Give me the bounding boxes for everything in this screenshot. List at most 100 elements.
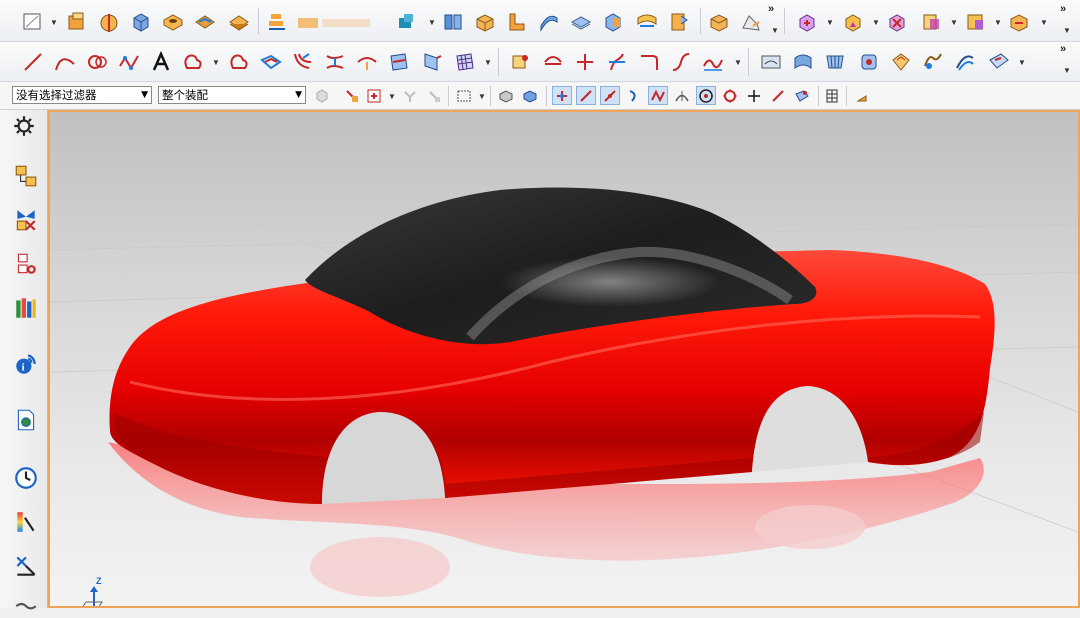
- reuse-library-icon[interactable]: [12, 294, 40, 322]
- offset-face-icon[interactable]: [536, 9, 562, 35]
- ruled-surface-icon[interactable]: [920, 49, 946, 75]
- chevron-down-icon[interactable]: ▼: [734, 59, 742, 67]
- sketch-icon[interactable]: [20, 9, 46, 35]
- chamfer-icon[interactable]: [226, 9, 252, 35]
- pattern-icon[interactable]: [264, 9, 290, 35]
- shell-icon[interactable]: [504, 9, 530, 35]
- chevron-down-icon[interactable]: ▼: [484, 59, 492, 67]
- constraint-navigator-icon[interactable]: [12, 206, 40, 234]
- graphics-window[interactable]: Z: [48, 110, 1080, 608]
- roles-icon[interactable]: [12, 590, 40, 618]
- book-icon[interactable]: [440, 9, 466, 35]
- selection-priority-icon[interactable]: [312, 86, 332, 105]
- draft-icon[interactable]: [634, 9, 660, 35]
- through-curves-icon[interactable]: [856, 49, 882, 75]
- chevron-down-icon[interactable]: ▼: [994, 19, 1002, 27]
- system-materials-icon[interactable]: [12, 508, 40, 536]
- extrude-block-icon[interactable]: [64, 9, 90, 35]
- boolean-subtract-icon[interactable]: [738, 9, 764, 35]
- divide-curve-icon[interactable]: [636, 49, 662, 75]
- info-icon[interactable]: i: [12, 350, 40, 378]
- gear-icon[interactable]: [10, 112, 38, 140]
- law-curve-icon[interactable]: [226, 49, 252, 75]
- chevron-down-icon[interactable]: ▼: [388, 93, 396, 101]
- swept-icon[interactable]: [822, 49, 848, 75]
- extract-curve-icon[interactable]: [386, 49, 412, 75]
- chevron-down-icon[interactable]: ▼: [50, 19, 58, 27]
- edge-blend-icon[interactable]: [192, 9, 218, 35]
- hole-icon[interactable]: [160, 9, 186, 35]
- studio-surface-icon[interactable]: [790, 49, 816, 75]
- more-icon[interactable]: »: [1060, 4, 1066, 15]
- snap-disabled-icon[interactable]: [424, 86, 444, 105]
- n-sided-surface-icon[interactable]: [888, 49, 914, 75]
- chevron-down-icon[interactable]: ▼: [478, 93, 486, 101]
- mirror-icon[interactable]: [600, 9, 626, 35]
- offset-curve-icon[interactable]: [258, 49, 284, 75]
- snap-face-icon[interactable]: [792, 86, 812, 105]
- global-shaping-icon[interactable]: [986, 49, 1012, 75]
- line-icon[interactable]: [20, 49, 46, 75]
- snap-midpoint-icon[interactable]: [576, 86, 596, 105]
- snap-tangent-icon[interactable]: [768, 86, 788, 105]
- intersection-curve-icon[interactable]: [354, 49, 380, 75]
- snap-center-icon[interactable]: [696, 86, 716, 105]
- revolve-icon[interactable]: [96, 9, 122, 35]
- chevron-down-icon[interactable]: ▼: [771, 27, 779, 35]
- helix-icon[interactable]: [180, 49, 206, 75]
- chevron-down-icon[interactable]: ▼: [1063, 67, 1071, 75]
- circle-icon[interactable]: [84, 49, 110, 75]
- plane-icon[interactable]: [540, 49, 566, 75]
- wcs-icon[interactable]: [852, 86, 872, 105]
- arc-icon[interactable]: [52, 49, 78, 75]
- snap-point-icon[interactable]: [342, 86, 362, 105]
- trim-curve-icon[interactable]: [604, 49, 630, 75]
- mesh-icon[interactable]: [452, 49, 478, 75]
- part-navigator-icon[interactable]: [12, 250, 40, 278]
- chevron-down-icon[interactable]: ▼: [1063, 27, 1071, 35]
- point-icon[interactable]: [508, 49, 534, 75]
- snap-curve-icon[interactable]: [624, 86, 644, 105]
- exploded-view-icon[interactable]: [1006, 9, 1032, 35]
- assembly-navigator-icon[interactable]: [962, 9, 988, 35]
- chevron-down-icon[interactable]: ▼: [428, 19, 436, 27]
- project-curve-icon[interactable]: [322, 49, 348, 75]
- transition-icon[interactable]: [952, 49, 978, 75]
- fit-curve-icon[interactable]: [758, 49, 784, 75]
- fillet-curve-icon[interactable]: [668, 49, 694, 75]
- spline-icon[interactable]: [116, 49, 142, 75]
- snap-control-point-icon[interactable]: [600, 86, 620, 105]
- shaded-view-icon[interactable]: [496, 86, 516, 105]
- text-icon[interactable]: [148, 49, 174, 75]
- style-surface-icon[interactable]: [666, 9, 692, 35]
- assembly-component-icon[interactable]: [840, 9, 866, 35]
- box-icon[interactable]: [472, 9, 498, 35]
- chevron-down-icon[interactable]: ▼: [1018, 59, 1026, 67]
- selection-filter-dropdown[interactable]: 没有选择过滤器 ▼: [12, 86, 152, 104]
- process-studio-icon[interactable]: [12, 552, 40, 580]
- bridge-curve-icon[interactable]: [290, 49, 316, 75]
- curve-length-icon[interactable]: [700, 49, 726, 75]
- snap-point-on-curve-icon[interactable]: [744, 86, 764, 105]
- grid-icon[interactable]: [822, 86, 842, 105]
- web-browser-icon[interactable]: [12, 406, 40, 434]
- thicken-icon[interactable]: [568, 9, 594, 35]
- isoparametric-curve-icon[interactable]: [572, 49, 598, 75]
- snap-settings-icon[interactable]: [364, 86, 384, 105]
- rectangle-select-icon[interactable]: [454, 86, 474, 105]
- assembly-navigator-icon[interactable]: [12, 162, 40, 190]
- solid-view-icon[interactable]: [520, 86, 540, 105]
- more-icon[interactable]: »: [1060, 44, 1066, 55]
- feature-group-icon[interactable]: [296, 9, 376, 35]
- history-clock-icon[interactable]: [12, 464, 40, 492]
- more-icon[interactable]: »: [768, 4, 774, 15]
- chevron-down-icon[interactable]: ▼: [212, 59, 220, 67]
- chevron-down-icon[interactable]: ▼: [872, 19, 880, 27]
- snap-quadrant-icon[interactable]: [720, 86, 740, 105]
- chevron-down-icon[interactable]: ▼: [826, 19, 834, 27]
- surface-mesh-icon[interactable]: [418, 49, 444, 75]
- assembly-constraint-icon[interactable]: [884, 9, 910, 35]
- snap-filter-icon[interactable]: [400, 86, 420, 105]
- block-icon[interactable]: [128, 9, 154, 35]
- chevron-down-icon[interactable]: ▼: [950, 19, 958, 27]
